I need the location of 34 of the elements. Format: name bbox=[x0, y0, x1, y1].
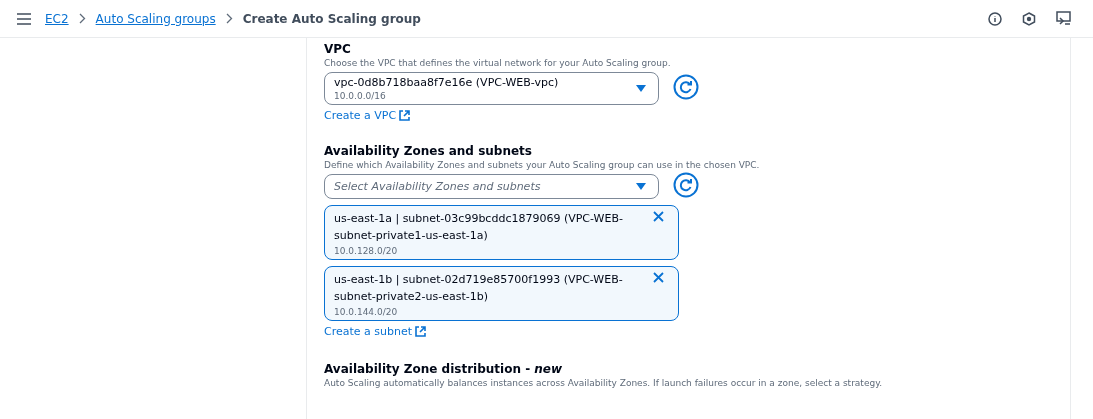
select-placeholder: Select Availability Zones and subnets bbox=[334, 180, 541, 193]
close-icon[interactable] bbox=[653, 211, 664, 222]
close-icon[interactable] bbox=[653, 272, 664, 283]
field-label: VPC bbox=[324, 42, 351, 56]
info-icon[interactable] bbox=[988, 11, 1002, 26]
external-link-icon bbox=[399, 110, 411, 121]
chevron-right-icon bbox=[225, 13, 233, 24]
external-link-icon bbox=[415, 326, 427, 337]
chevron-right-icon bbox=[78, 13, 86, 24]
create-subnet-link[interactable]: Create a subnet bbox=[324, 325, 427, 338]
field-description: Define which Availability Zones and subnets your Auto Scaling group can use in the chosen VPC. bbox=[324, 160, 760, 170]
field-description: Choose the VPC that defines the virtual network for your Auto Scaling group. bbox=[324, 58, 671, 68]
field-label: Availability Zone distribution - new bbox=[324, 362, 563, 376]
token-detail: 10.0.144.0/20 bbox=[334, 307, 399, 317]
breadcrumb-link[interactable]: Auto Scaling groups bbox=[95, 11, 216, 26]
breadcrumb-current: Create Auto Scaling group bbox=[242, 11, 421, 26]
select-value: vpc-0d8b718baa8f7e16e (VPC-WEB-vpc) bbox=[334, 76, 559, 89]
refresh-icon[interactable] bbox=[673, 171, 699, 198]
monitor-icon[interactable] bbox=[1056, 11, 1071, 26]
token-label: us-east-1b | subnet-02d719e85700f1993 (VPC-WEB-subnet-private2-us-east-1b) bbox=[334, 272, 624, 305]
breadcrumb-link[interactable]: EC2 bbox=[45, 11, 69, 26]
field-label: Availability Zones and subnets bbox=[324, 144, 532, 158]
caret-down-icon bbox=[636, 183, 646, 190]
select-detail: 10.0.0.0/16 bbox=[334, 91, 387, 101]
refresh-icon[interactable] bbox=[673, 73, 699, 100]
field-description: Auto Scaling automatically balances instances across Availability Zones. If launch failures occur in a zone, select a strategy. bbox=[324, 378, 883, 388]
menu-icon[interactable] bbox=[17, 12, 31, 25]
token-label: us-east-1a | subnet-03c99bcddc1879069 (VPC-WEB-subnet-private1-us-east-1a) bbox=[334, 211, 624, 244]
vpc-select[interactable]: vpc-0d8b718baa8f7e16e (VPC-WEB-vpc) 10.0.0.0/16 bbox=[324, 72, 659, 105]
subnet-select[interactable]: Select Availability Zones and subnets bbox=[324, 174, 659, 199]
caret-down-icon bbox=[636, 85, 646, 92]
create-vpc-link[interactable]: Create a VPC bbox=[324, 109, 411, 122]
hexagon-icon[interactable] bbox=[1022, 11, 1036, 26]
token-detail: 10.0.128.0/20 bbox=[334, 246, 399, 256]
